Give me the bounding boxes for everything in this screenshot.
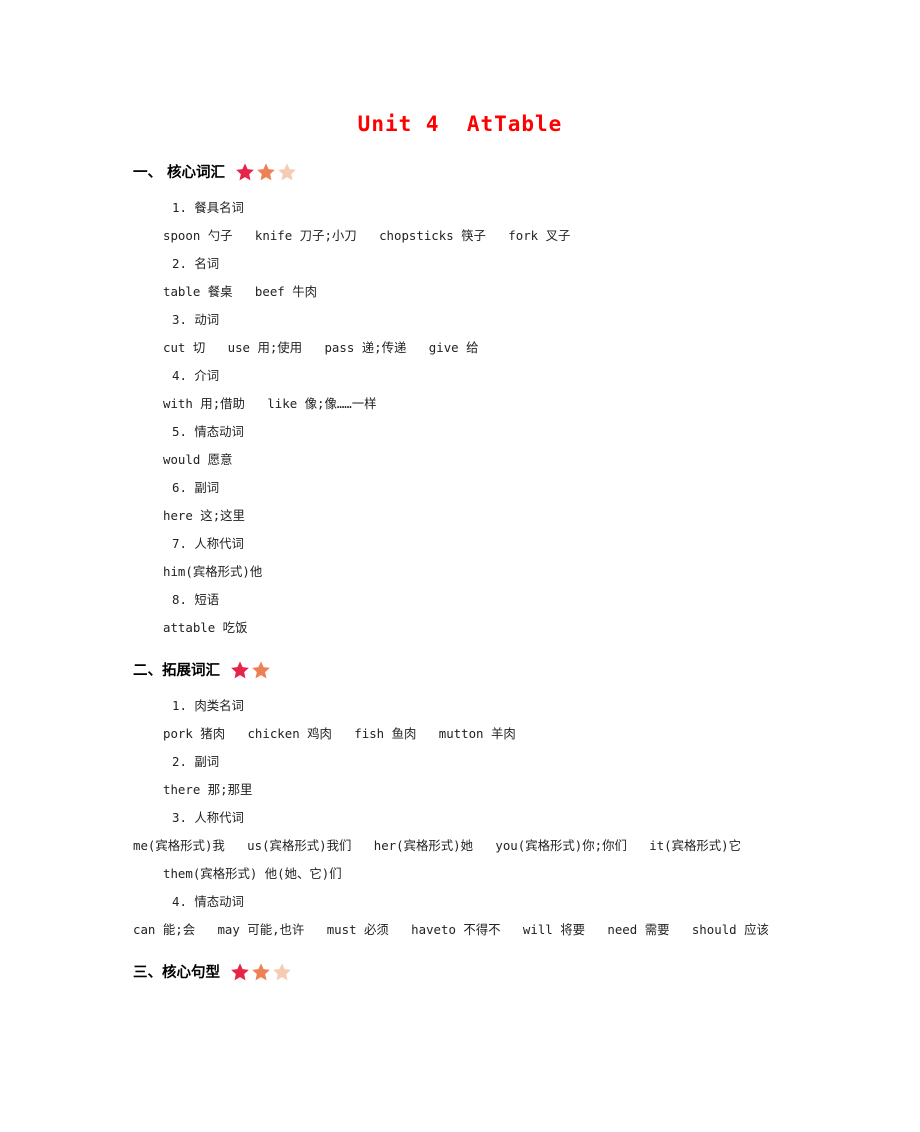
star-icon <box>256 162 276 182</box>
vocab-entry-line: me(宾格形式)我 us(宾格形式)我们 her(宾格形式)她 you(宾格形式… <box>133 838 764 881</box>
vocab-entry-line: with 用;借助 like 像;像……一样 <box>163 396 377 411</box>
vocab-entry-line: can 能;会 may 可能,也许 must 必须 haveto 不得不 wil… <box>133 922 769 937</box>
document-body: 一、 核心词汇 1. 餐具名词 spoon 勺子 knife 刀子;小刀 chops… <box>133 160 788 994</box>
vocab-entry-line: cut 切 use 用;使用 pass 递;传递 give 给 <box>163 340 479 355</box>
vocab-group-label: 2. 名词 <box>172 256 220 271</box>
vocab-group-label: 4. 介词 <box>172 368 220 383</box>
vocab-entry-line: would 愿意 <box>163 452 233 467</box>
star-icon <box>230 962 250 982</box>
vocab-entry-line: there 那;那里 <box>163 782 253 797</box>
document-page: Unit 4 AtTable 一、 核心词汇 1. 餐具名词 spoon 勺子 kn… <box>0 0 920 1132</box>
section-heading-label: 二、拓展词汇 <box>133 662 220 679</box>
difficulty-rating <box>230 962 293 982</box>
star-icon <box>230 660 250 680</box>
section-heading-label: 三、核心句型 <box>133 964 220 981</box>
difficulty-rating <box>230 660 272 680</box>
vocab-group-label: 8. 短语 <box>172 592 220 607</box>
star-icon <box>272 962 292 982</box>
vocab-group-label: 7. 人称代词 <box>172 536 244 551</box>
difficulty-rating <box>235 162 298 182</box>
vocab-entry-line: him(宾格形式)他 <box>163 564 263 579</box>
vocab-group-label: 1. 肉类名词 <box>172 698 244 713</box>
page-title: Unit 4 AtTable <box>357 112 563 136</box>
star-icon <box>251 660 271 680</box>
section-heading-label: 一、 核心词汇 <box>133 164 226 181</box>
vocab-group-label: 1. 餐具名词 <box>172 200 244 215</box>
section-heading: 三、核心句型 <box>133 960 788 986</box>
vocab-entry-line: pork 猪肉 chicken 鸡肉 fish 鱼肉 mutton 羊肉 <box>163 726 516 741</box>
vocab-entry-line: table 餐桌 beef 牛肉 <box>163 284 317 299</box>
star-icon <box>251 962 271 982</box>
star-icon <box>235 162 255 182</box>
vocab-group-label: 5. 情态动词 <box>172 424 244 439</box>
vocab-entry-line: here 这;这里 <box>163 508 245 523</box>
vocab-group-label: 4. 情态动词 <box>172 894 244 909</box>
section-heading: 二、拓展词汇 <box>133 658 788 684</box>
vocab-entry-line: spoon 勺子 knife 刀子;小刀 chopsticks 筷子 fork … <box>163 228 571 243</box>
vocab-entry-line: attable 吃饭 <box>163 620 248 635</box>
vocab-group-label: 3. 人称代词 <box>172 810 244 825</box>
vocab-group-label: 2. 副词 <box>172 754 220 769</box>
star-icon <box>277 162 297 182</box>
section-heading: 一、 核心词汇 <box>133 160 788 186</box>
vocab-group-label: 3. 动词 <box>172 312 220 327</box>
vocab-group-label: 6. 副词 <box>172 480 220 495</box>
